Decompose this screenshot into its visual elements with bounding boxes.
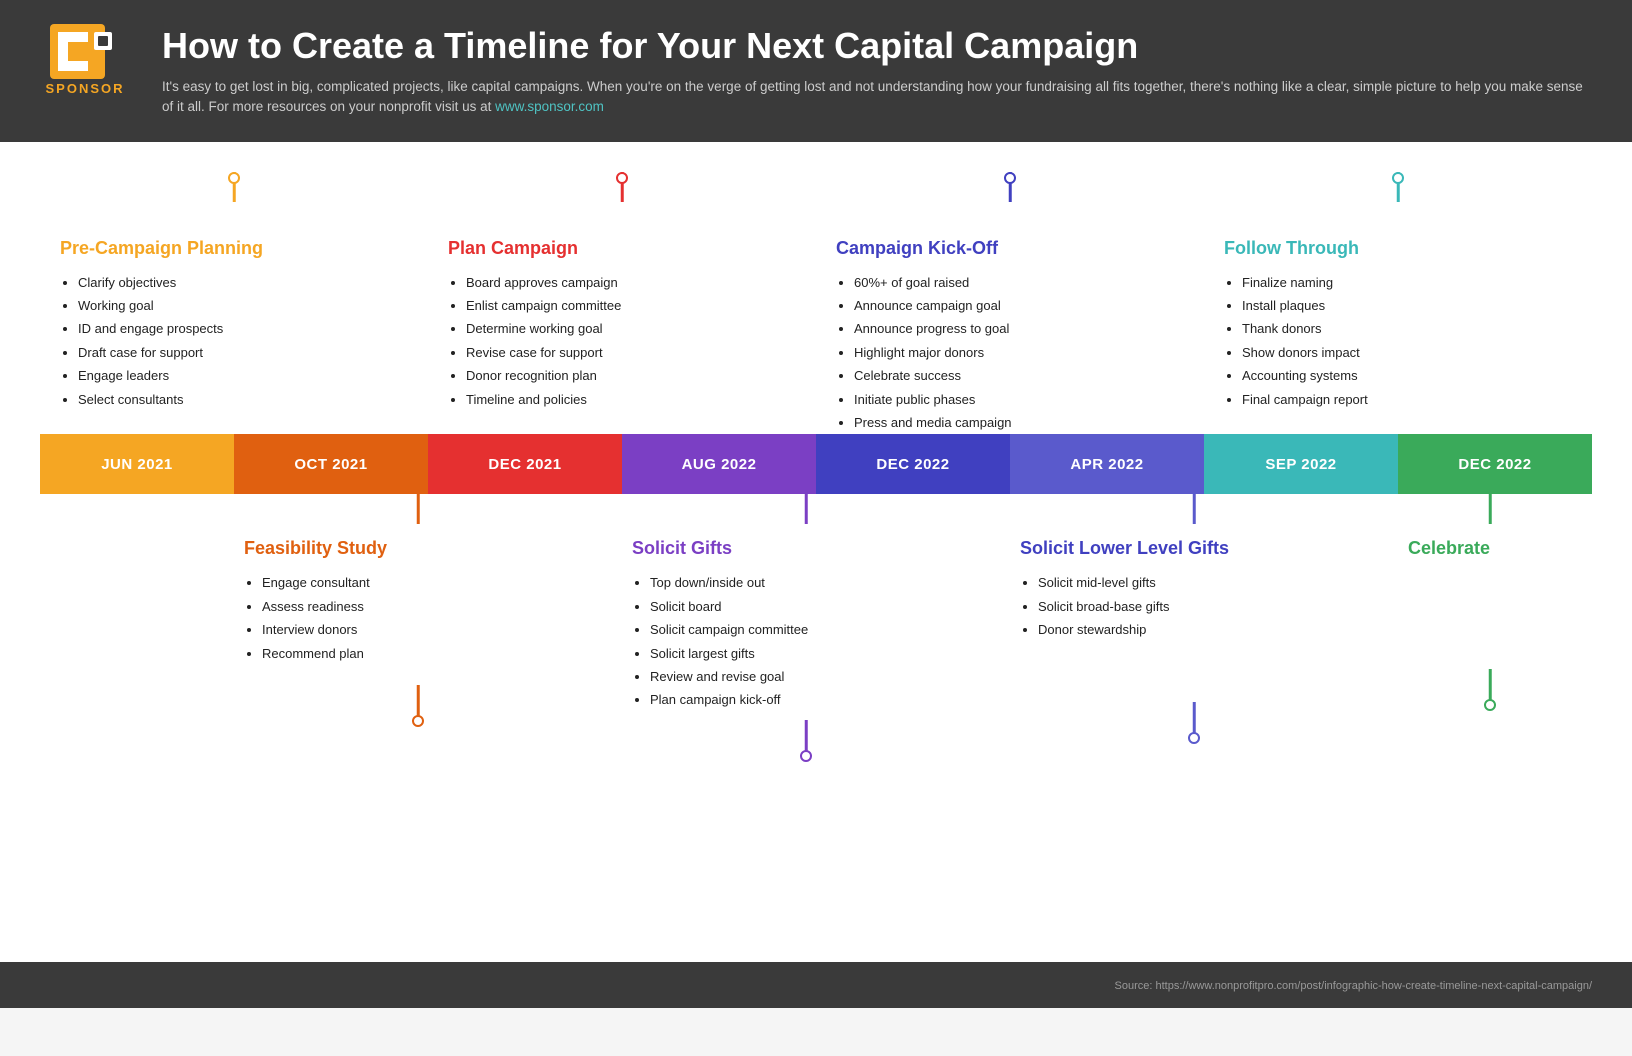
list-item: Finalize naming: [1242, 271, 1582, 294]
date-oct2021: OCT 2021: [234, 434, 428, 494]
header: SPONSOR How to Create a Timeline for You…: [0, 0, 1632, 142]
kickoff-section: Campaign Kick-Off 60%+ of goal raised An…: [816, 172, 1204, 435]
list-item: Announce progress to goal: [854, 317, 1194, 340]
subtitle-text: It's easy to get lost in big, complicate…: [162, 79, 1583, 114]
kickoff-items: 60%+ of goal raised Announce campaign go…: [826, 271, 1194, 435]
logo-container: SPONSOR: [40, 24, 130, 96]
timeline-bar: JUN 2021 OCT 2021 DEC 2021 AUG 2022 DEC …: [40, 434, 1592, 494]
list-item: Interview donors: [262, 618, 602, 641]
date-dec2022-2: DEC 2022: [1398, 434, 1592, 494]
date-dec2021: DEC 2021: [428, 434, 622, 494]
list-item: Thank donors: [1242, 317, 1582, 340]
list-item: Clarify objectives: [78, 271, 418, 294]
list-item: Draft case for support: [78, 341, 418, 364]
list-item: Celebrate success: [854, 364, 1194, 387]
date-apr2022: APR 2022: [1010, 434, 1204, 494]
top-sections-row: Pre-Campaign Planning Clarify objectives…: [40, 172, 1592, 435]
list-item: Final campaign report: [1242, 388, 1582, 411]
list-item: Determine working goal: [466, 317, 806, 340]
feasibility-section: Feasibility Study Engage consultant Asse…: [224, 494, 612, 721]
page-title: How to Create a Timeline for Your Next C…: [162, 24, 1592, 67]
list-item: Working goal: [78, 294, 418, 317]
list-item: Donor recognition plan: [466, 364, 806, 387]
follow-through-section: Follow Through Finalize naming Install p…: [1204, 172, 1592, 435]
solicit-lower-section: Solicit Lower Level Gifts Solicit mid-le…: [1000, 494, 1388, 737]
list-item: Solicit campaign committee: [650, 618, 990, 641]
list-item: Assess readiness: [262, 595, 602, 618]
feasibility-title: Feasibility Study: [234, 538, 602, 559]
list-item: Accounting systems: [1242, 364, 1582, 387]
list-item: Recommend plan: [262, 642, 602, 665]
solicit-gifts-items: Top down/inside out Solicit board Solici…: [622, 571, 990, 711]
pre-campaign-title: Pre-Campaign Planning: [50, 238, 418, 259]
solicit-lower-title: Solicit Lower Level Gifts: [1010, 538, 1378, 559]
follow-through-items: Finalize naming Install plaques Thank do…: [1214, 271, 1582, 411]
list-item: Press and media campaign: [854, 411, 1194, 434]
list-item: Revise case for support: [466, 341, 806, 364]
list-item: Engage consultant: [262, 571, 602, 594]
list-item: Highlight major donors: [854, 341, 1194, 364]
footer-source: Source: https://www.nonprofitpro.com/pos…: [1115, 980, 1593, 992]
date-aug2022: AUG 2022: [622, 434, 816, 494]
list-item: Announce campaign goal: [854, 294, 1194, 317]
kickoff-title: Campaign Kick-Off: [826, 238, 1194, 259]
list-item: ID and engage prospects: [78, 317, 418, 340]
header-content: How to Create a Timeline for Your Next C…: [162, 24, 1592, 118]
pre-campaign-items: Clarify objectives Working goal ID and e…: [50, 271, 418, 411]
logo-icon: [50, 24, 120, 79]
plan-campaign-items: Board approves campaign Enlist campaign …: [438, 271, 806, 411]
list-item: Show donors impact: [1242, 341, 1582, 364]
list-item: Engage leaders: [78, 364, 418, 387]
logo-text: SPONSOR: [45, 81, 124, 96]
list-item: Donor stewardship: [1038, 618, 1378, 641]
list-item: Solicit broad-base gifts: [1038, 595, 1378, 618]
pre-campaign-section: Pre-Campaign Planning Clarify objectives…: [40, 172, 428, 435]
sponsor-link[interactable]: www.sponsor.com: [495, 99, 604, 114]
date-jun2021: JUN 2021: [40, 434, 234, 494]
list-item: Initiate public phases: [854, 388, 1194, 411]
footer: Source: https://www.nonprofitpro.com/pos…: [0, 962, 1632, 1008]
header-subtitle: It's easy to get lost in big, complicate…: [162, 77, 1592, 118]
list-item: Plan campaign kick-off: [650, 688, 990, 711]
date-dec2022-1: DEC 2022: [816, 434, 1010, 494]
list-item: Top down/inside out: [650, 571, 990, 594]
solicit-lower-items: Solicit mid-level gifts Solicit broad-ba…: [1010, 571, 1378, 641]
feasibility-items: Engage consultant Assess readiness Inter…: [234, 571, 602, 665]
solicit-gifts-title: Solicit Gifts: [622, 538, 990, 559]
list-item: 60%+ of goal raised: [854, 271, 1194, 294]
list-item: Select consultants: [78, 388, 418, 411]
list-item: Solicit mid-level gifts: [1038, 571, 1378, 594]
celebrate-section: Celebrate: [1388, 494, 1592, 714]
celebrate-title: Celebrate: [1398, 538, 1582, 559]
list-item: Review and revise goal: [650, 665, 990, 688]
list-item: Solicit board: [650, 595, 990, 618]
list-item: Solicit largest gifts: [650, 642, 990, 665]
plan-campaign-section: Plan Campaign Board approves campaign En…: [428, 172, 816, 435]
list-item: Board approves campaign: [466, 271, 806, 294]
list-item: Install plaques: [1242, 294, 1582, 317]
list-item: Timeline and policies: [466, 388, 806, 411]
plan-campaign-title: Plan Campaign: [438, 238, 806, 259]
bottom-sections-row: Feasibility Study Engage consultant Asse…: [40, 494, 1592, 755]
timeline-container: Pre-Campaign Planning Clarify objectives…: [40, 172, 1592, 756]
follow-through-title: Follow Through: [1214, 238, 1582, 259]
main-content: Pre-Campaign Planning Clarify objectives…: [0, 142, 1632, 962]
date-sep2022: SEP 2022: [1204, 434, 1398, 494]
solicit-gifts-section: Solicit Gifts Top down/inside out Solici…: [612, 494, 1000, 755]
list-item: Enlist campaign committee: [466, 294, 806, 317]
